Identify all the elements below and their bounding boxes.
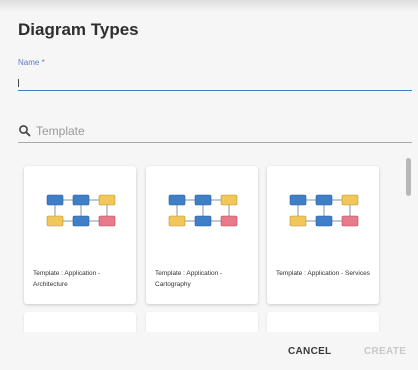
search-icon: [19, 125, 31, 137]
required-mark: *: [41, 58, 45, 67]
name-label-text: Name: [18, 58, 40, 67]
scrollbar-thumb[interactable]: [406, 158, 411, 196]
template-grid: Template : Application - Architecture Te…: [10, 152, 410, 342]
diagram-thumbnail-icon: [168, 194, 238, 227]
template-card-services[interactable]: Template : Application - Services: [267, 166, 379, 304]
text-caret: [18, 79, 19, 87]
dialog-footer: [0, 332, 418, 370]
diagram-types-dialog: Diagram Types Name * Template Template:…: [0, 0, 418, 370]
search-input[interactable]: [36, 124, 396, 138]
name-input[interactable]: [18, 72, 412, 91]
dialog-title: Diagram Types: [18, 20, 139, 39]
diagram-thumbnail-icon: [46, 194, 116, 227]
name-field-label: Name *: [18, 58, 45, 67]
create-button[interactable]: CREATE: [364, 346, 406, 357]
top-shadow: [0, 0, 418, 12]
cancel-button[interactable]: CANCEL: [288, 346, 331, 357]
template-card-cartography[interactable]: Template : Application - Cartography: [146, 166, 258, 304]
diagram-thumbnail-icon: [289, 194, 359, 227]
template-card-architecture[interactable]: Template : Application - Architecture: [24, 166, 136, 304]
template-search[interactable]: [18, 120, 412, 143]
template-card-label: Template : Application - Services: [276, 270, 370, 277]
template-card-label: Template : Application - Cartography: [155, 270, 223, 288]
template-card-label: Template : Application - Architecture: [33, 270, 101, 288]
